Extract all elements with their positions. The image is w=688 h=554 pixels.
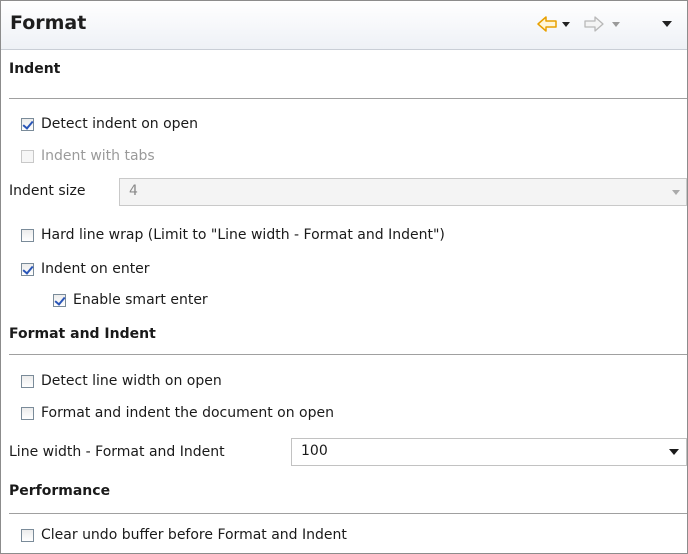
- chevron-down-icon: [672, 190, 680, 195]
- chevron-down-icon: [669, 449, 679, 455]
- section-indent-heading: Indent: [9, 61, 61, 77]
- detect-indent-option[interactable]: Detect indent on open: [21, 114, 198, 134]
- panel-header: Format: [1, 1, 687, 50]
- forward-menu-button[interactable]: [611, 13, 621, 35]
- indent-tabs-checkbox: [21, 149, 34, 163]
- forward-button[interactable]: [584, 13, 604, 35]
- format-open-option[interactable]: Format and indent the document on open: [21, 403, 334, 423]
- back-button[interactable]: [537, 13, 557, 35]
- section-divider: [9, 354, 687, 355]
- view-menu-icon: [662, 21, 672, 27]
- chevron-down-icon: [562, 22, 570, 27]
- arrow-right-icon: [584, 16, 604, 32]
- detect-width-label: Detect line width on open: [41, 373, 222, 389]
- back-menu-button[interactable]: [561, 13, 571, 35]
- clear-undo-label: Clear undo buffer before Format and Inde…: [41, 527, 347, 543]
- format-open-checkbox[interactable]: [21, 406, 34, 420]
- format-preferences-panel: Format Indent Detect indent on open Inde…: [0, 0, 688, 554]
- line-width-value: 100: [301, 443, 328, 459]
- detect-width-checkbox[interactable]: [21, 374, 34, 388]
- indent-enter-checkbox[interactable]: [21, 262, 34, 276]
- indent-tabs-label: Indent with tabs: [41, 148, 155, 164]
- line-width-label: Line width - Format and Indent: [9, 444, 225, 460]
- detect-indent-label: Detect indent on open: [41, 116, 199, 132]
- section-divider: [9, 513, 687, 514]
- chevron-down-icon: [612, 22, 620, 27]
- format-open-label: Format and indent the document on open: [41, 405, 334, 421]
- hard-wrap-checkbox[interactable]: [21, 228, 34, 242]
- view-menu-button[interactable]: [661, 13, 673, 35]
- hard-wrap-label: Hard line wrap (Limit to "Line width - F…: [41, 227, 445, 243]
- clear-undo-option[interactable]: Clear undo buffer before Format and Inde…: [21, 525, 347, 545]
- section-format-indent-heading: Format and Indent: [9, 326, 156, 342]
- detect-indent-checkbox[interactable]: [21, 117, 34, 131]
- clear-undo-checkbox[interactable]: [21, 528, 34, 542]
- hard-wrap-option[interactable]: Hard line wrap (Limit to "Line width - F…: [21, 225, 445, 245]
- indent-enter-option[interactable]: Indent on enter: [21, 259, 150, 279]
- indent-size-value: 4: [129, 183, 138, 199]
- detect-width-option[interactable]: Detect line width on open: [21, 371, 222, 391]
- smart-enter-checkbox[interactable]: [53, 293, 66, 307]
- smart-enter-label: Enable smart enter: [73, 292, 208, 308]
- page-title: Format: [10, 12, 87, 34]
- indent-size-select: 4: [119, 178, 687, 206]
- smart-enter-option[interactable]: Enable smart enter: [53, 290, 208, 310]
- line-width-select[interactable]: 100: [291, 438, 687, 466]
- indent-size-label: Indent size: [9, 183, 86, 199]
- section-performance-heading: Performance: [9, 483, 111, 499]
- section-divider: [9, 98, 687, 99]
- arrow-left-icon: [537, 16, 557, 32]
- indent-enter-label: Indent on enter: [41, 261, 150, 277]
- indent-tabs-option: Indent with tabs: [21, 146, 155, 166]
